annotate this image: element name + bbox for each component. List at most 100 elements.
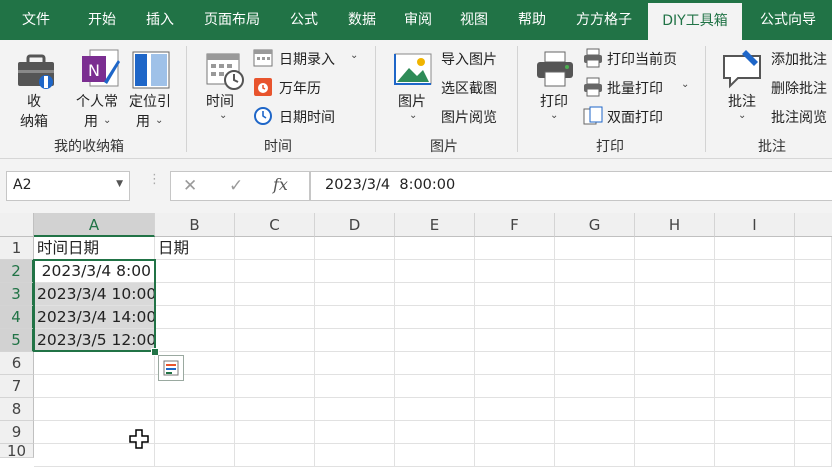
duplex-print-label[interactable]: 双面打印 xyxy=(607,107,663,127)
chevron-down-icon[interactable]: ⌄ xyxy=(350,50,358,61)
tab-review[interactable]: 审阅 xyxy=(392,0,444,40)
row-header-4[interactable]: 4 xyxy=(0,306,34,329)
grid-cell[interactable] xyxy=(635,375,715,398)
chevron-down-icon[interactable]: ⌄ xyxy=(738,110,746,121)
cell-a1[interactable]: 时间日期 xyxy=(34,237,155,260)
grid-cell[interactable] xyxy=(555,398,635,421)
personal-use-label-2[interactable]: 用 xyxy=(84,111,98,131)
column-header-i[interactable]: I xyxy=(715,213,795,237)
grid-cell[interactable] xyxy=(395,306,475,329)
grid-cell[interactable] xyxy=(155,283,235,306)
date-entry-label[interactable]: 日期录入 xyxy=(279,49,335,69)
tab-formula-wizard[interactable]: 公式向导 xyxy=(748,0,828,40)
grid-cell[interactable] xyxy=(795,352,832,375)
grid-cell[interactable] xyxy=(715,237,795,260)
import-picture-label[interactable]: 导入图片 xyxy=(441,49,497,69)
grid-cell[interactable] xyxy=(155,306,235,329)
print-button-label[interactable]: 打印 xyxy=(540,91,568,111)
grid-cell[interactable] xyxy=(555,375,635,398)
column-header-e[interactable]: E xyxy=(395,213,475,237)
personal-use-label-1[interactable]: 个人常 xyxy=(76,91,118,111)
storage-box-label-2[interactable]: 纳箱 xyxy=(20,111,48,131)
quick-analysis-button[interactable] xyxy=(158,355,184,381)
grid-cell[interactable] xyxy=(395,260,475,283)
grid-cell[interactable] xyxy=(475,329,555,352)
column-header-h[interactable]: H xyxy=(635,213,715,237)
grid-cell[interactable] xyxy=(715,329,795,352)
grid-cell[interactable] xyxy=(235,329,315,352)
column-header-f[interactable]: F xyxy=(475,213,555,237)
grid-cell[interactable] xyxy=(235,260,315,283)
tab-data[interactable]: 数据 xyxy=(336,0,388,40)
column-header-j[interactable] xyxy=(795,213,832,237)
grid-cell[interactable] xyxy=(795,421,832,444)
tab-formulas[interactable]: 公式 xyxy=(278,0,330,40)
grid-cell[interactable] xyxy=(235,237,315,260)
grid-cell[interactable] xyxy=(395,375,475,398)
grid-cell[interactable] xyxy=(235,306,315,329)
grid-cell[interactable] xyxy=(395,398,475,421)
tab-page-layout[interactable]: 页面布局 xyxy=(194,0,270,40)
column-header-a[interactable]: A xyxy=(34,213,155,237)
row-header-2[interactable]: 2 xyxy=(0,260,34,283)
grid-cell[interactable] xyxy=(315,375,395,398)
grid-cell[interactable] xyxy=(315,283,395,306)
grid-cell[interactable] xyxy=(795,375,832,398)
time-button-label[interactable]: 时间 xyxy=(206,91,234,111)
chevron-down-icon[interactable]: ▼ xyxy=(116,179,123,189)
grid-cell[interactable] xyxy=(635,306,715,329)
grid-cell[interactable] xyxy=(235,375,315,398)
chevron-down-icon[interactable]: ⌄ xyxy=(103,115,111,126)
grid-cell[interactable] xyxy=(555,421,635,444)
grid-cell[interactable] xyxy=(235,283,315,306)
cancel-icon[interactable]: ✕ xyxy=(183,176,197,196)
grid-cell[interactable] xyxy=(635,398,715,421)
grid-cell[interactable] xyxy=(795,283,832,306)
grid-cell[interactable] xyxy=(155,329,235,352)
grid-cell[interactable] xyxy=(715,306,795,329)
cell-a4[interactable]: 2023/3/4 14:00 xyxy=(34,306,156,329)
grid-cell[interactable] xyxy=(395,237,475,260)
drag-handle-icon[interactable]: ⋮ xyxy=(148,173,161,186)
grid-cell[interactable] xyxy=(155,398,235,421)
grid-cell[interactable] xyxy=(635,352,715,375)
browse-comment-label[interactable]: 批注阅览 xyxy=(771,107,827,127)
grid-cell[interactable] xyxy=(155,421,235,444)
row-header-7[interactable]: 7 xyxy=(0,375,34,398)
grid-cell[interactable] xyxy=(795,260,832,283)
grid-cell[interactable] xyxy=(315,421,395,444)
grid-cell[interactable] xyxy=(635,283,715,306)
tab-fangfang-gezi[interactable]: 方方格子 xyxy=(564,0,644,40)
grid-cell[interactable] xyxy=(475,352,555,375)
tab-help[interactable]: 帮助 xyxy=(504,0,560,40)
locate-reference-label-2[interactable]: 用 xyxy=(136,111,150,131)
grid-cell[interactable] xyxy=(34,398,155,421)
grid-cell[interactable] xyxy=(235,352,315,375)
grid-cell[interactable] xyxy=(34,352,155,375)
tab-diy-toolbox[interactable]: DIY工具箱 xyxy=(648,3,742,40)
cell-a2[interactable]: 2023/3/4 8:00 xyxy=(34,260,155,283)
grid-cell[interactable] xyxy=(635,421,715,444)
chevron-down-icon[interactable]: ⌄ xyxy=(681,79,689,90)
grid-cell[interactable] xyxy=(395,329,475,352)
row-header-10[interactable]: 10 xyxy=(0,444,34,458)
picture-browse-label[interactable]: 图片阅览 xyxy=(441,107,497,127)
grid-cell[interactable] xyxy=(635,329,715,352)
chevron-down-icon[interactable]: ⌄ xyxy=(219,110,227,121)
grid-cell[interactable] xyxy=(555,444,635,467)
grid-cell[interactable] xyxy=(555,237,635,260)
grid-cell[interactable] xyxy=(155,260,235,283)
formula-input[interactable]: 2023/3/4 8:00:00 xyxy=(310,171,832,201)
chevron-down-icon[interactable]: ⌄ xyxy=(550,110,558,121)
grid-cell[interactable] xyxy=(395,444,475,467)
grid-cell[interactable] xyxy=(475,237,555,260)
tab-home[interactable]: 开始 xyxy=(74,0,130,40)
grid-cell[interactable] xyxy=(715,283,795,306)
grid-cell[interactable] xyxy=(315,398,395,421)
grid-cell[interactable] xyxy=(155,444,235,467)
tab-view[interactable]: 视图 xyxy=(448,0,500,40)
name-box[interactable]: A2 ▼ xyxy=(6,171,130,201)
grid-cell[interactable] xyxy=(635,237,715,260)
picture-button-label[interactable]: 图片 xyxy=(398,91,426,111)
grid-cell[interactable] xyxy=(315,260,395,283)
